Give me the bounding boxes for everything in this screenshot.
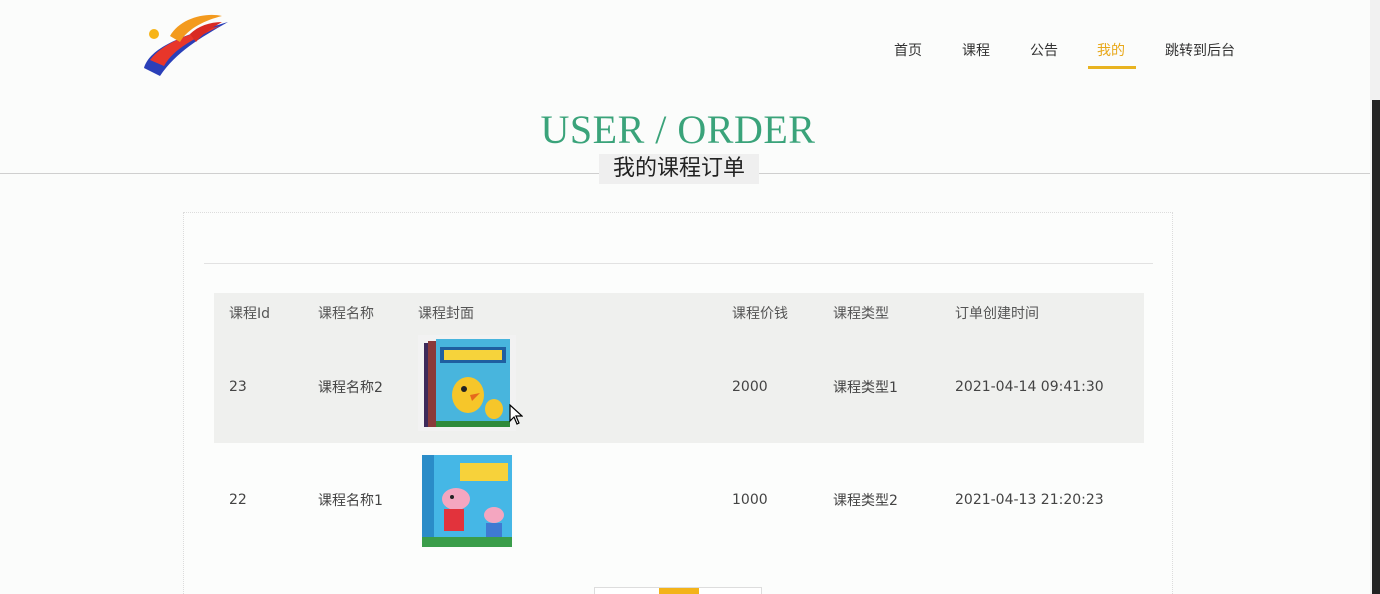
col-header-id: 课程Id — [229, 306, 271, 322]
nav-courses[interactable]: 课程 — [962, 40, 990, 60]
cell-id: 22 — [229, 492, 247, 508]
cell-name: 课程名称1 — [318, 493, 383, 509]
col-header-created: 订单创建时间 — [955, 306, 1039, 322]
nav-home[interactable]: 首页 — [894, 40, 922, 60]
col-header-price: 课程价钱 — [732, 306, 788, 322]
nav-active-indicator — [1088, 66, 1136, 69]
nav-mine[interactable]: 我的 — [1097, 40, 1125, 60]
col-header-cover: 课程封面 — [418, 306, 474, 322]
table-header: 课程Id 课程名称 课程封面 课程价钱 课程类型 订单创建时间 — [214, 293, 1144, 331]
table-row[interactable]: 23 课程名称2 2000 课程类型1 2021-04-14 09:41:30 — [214, 331, 1144, 443]
scrollbar-thumb[interactable] — [1372, 100, 1380, 594]
pagination-current-page[interactable] — [659, 588, 699, 594]
cell-created: 2021-04-13 21:20:23 — [955, 492, 1104, 508]
nav-admin[interactable]: 跳转到后台 — [1165, 40, 1235, 60]
pagination[interactable] — [594, 587, 762, 594]
nav-notices[interactable]: 公告 — [1030, 40, 1058, 60]
table-row[interactable]: 22 课程名称1 1000 课程类型2 2021-04-13 21:20:23 — [214, 443, 1144, 557]
mouse-cursor-icon — [509, 404, 523, 425]
top-nav: 首页 课程 公告 我的 跳转到后台 — [0, 0, 1370, 100]
cell-type: 课程类型2 — [833, 493, 898, 509]
cell-price: 2000 — [732, 379, 768, 395]
cell-type: 课程类型1 — [833, 380, 898, 396]
col-header-name: 课程名称 — [318, 306, 374, 322]
cell-price: 1000 — [732, 492, 768, 508]
page-title-en: USER / ORDER — [540, 107, 816, 152]
panel-divider — [204, 263, 1153, 264]
cell-name: 课程名称2 — [318, 380, 383, 396]
col-header-type: 课程类型 — [833, 306, 889, 322]
book-cover-peppa[interactable] — [420, 451, 514, 549]
book-cover-duck[interactable] — [418, 335, 516, 431]
cell-created: 2021-04-14 09:41:30 — [955, 379, 1104, 395]
order-panel: 课程Id 课程名称 课程封面 课程价钱 课程类型 订单创建时间 23 课程名称2 — [183, 212, 1173, 594]
page-title-cn: 我的课程订单 — [599, 154, 759, 184]
order-table: 课程Id 课程名称 课程封面 课程价钱 课程类型 订单创建时间 23 课程名称2 — [214, 293, 1144, 557]
cell-id: 23 — [229, 379, 247, 395]
